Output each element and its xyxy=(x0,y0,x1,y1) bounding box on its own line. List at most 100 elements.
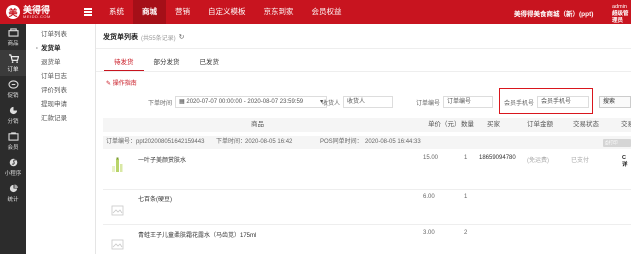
sidebar-item-member[interactable]: 会员 xyxy=(0,128,26,154)
top-nav: 系统 商城 营销 自定义模板 京东到家 会员权益 xyxy=(100,0,351,24)
col-trade: 交易 xyxy=(621,121,631,128)
pos-time: 2020-08-05 16:44:33 xyxy=(365,139,421,145)
tab-pending[interactable]: 待发货 xyxy=(104,57,144,71)
product-name[interactable]: 一叶子美颜赏肤水 xyxy=(138,155,186,164)
logo-mark-icon: 美 xyxy=(6,5,20,19)
search-button[interactable]: 搜索 xyxy=(599,96,631,108)
submenu-item-withdraw[interactable]: 提现申请 xyxy=(26,98,95,112)
receiver-filter: 收货人 收货人 xyxy=(322,96,394,108)
username: admin xyxy=(612,4,627,10)
record-count: (共55条记录) xyxy=(141,35,176,42)
nav-jd-daojia[interactable]: 京东到家 xyxy=(255,0,303,24)
product-name[interactable]: 青蛙王子儿童柔肤霜花露水（马齿苋）175ml xyxy=(138,230,256,239)
col-status: 交易状态 xyxy=(573,121,599,128)
product-price: 3.00 xyxy=(423,230,435,236)
receiver-input[interactable]: 收货人 xyxy=(343,96,394,108)
order-no-filter: 订单编号 订单编号 xyxy=(416,96,494,108)
guide-icon: ✎ xyxy=(106,81,113,87)
store-name[interactable]: 美得得美食商城（新）(ppt) xyxy=(514,8,593,18)
goods-icon xyxy=(7,27,19,37)
cart-icon xyxy=(8,53,19,63)
col-buyer: 买家 xyxy=(487,121,500,128)
submenu-item-order-list[interactable]: 订单列表 xyxy=(26,28,95,42)
order-time-label: 下单时间： xyxy=(216,139,247,145)
print-button[interactable]: ⎙打印 xyxy=(603,139,631,147)
page-header: 发货单列表 (共55条记录) ↻ xyxy=(103,32,185,42)
time-range-input[interactable]: ▦ 2020-07-07 00:00:00 - 2020-08-07 23:59… xyxy=(175,96,328,108)
sidebar-label: 统计 xyxy=(7,196,19,203)
highlight-box xyxy=(499,88,593,114)
sidebar-label: 促销 xyxy=(7,92,19,99)
col-price: 单价（元） xyxy=(428,121,461,128)
operation-guide-link[interactable]: ✎ 操作指南 xyxy=(106,78,137,87)
product-image-placeholder xyxy=(111,205,124,216)
time-filter: 下单时间 ▦ 2020-07-07 00:00:00 - 2020-08-07 … xyxy=(148,96,328,108)
sidebar-item-orders[interactable]: 订单 xyxy=(0,50,26,76)
nav-member-rights[interactable]: 会员权益 xyxy=(303,0,351,24)
sidebar-item-miniprogram[interactable]: 小程序 xyxy=(0,154,26,180)
order-amount: (免运费) xyxy=(527,158,549,164)
logo-subtext: MEIDD.COM xyxy=(23,13,51,19)
logo[interactable]: 美 美得得 MEIDD.COM xyxy=(6,3,62,21)
pos-time-label: POS同单时间： xyxy=(320,139,363,145)
buyer-phone[interactable]: 18659094780 xyxy=(479,155,516,161)
divider xyxy=(103,189,631,190)
submenu-item-delivery[interactable]: 发货单 xyxy=(26,42,95,56)
col-amount: 订单金额 xyxy=(527,121,553,128)
col-qty: 数量 xyxy=(461,121,474,128)
sidebar-label: 订单 xyxy=(7,66,19,73)
member-icon xyxy=(7,131,19,141)
order-no-label: 订单编号： xyxy=(106,139,137,145)
divider xyxy=(103,224,631,225)
sidebar-label: 分销 xyxy=(7,118,19,125)
product-name[interactable]: 七百条(硬豆) xyxy=(138,194,172,203)
product-qty: 1 xyxy=(464,194,468,200)
sidebar-item-goods[interactable]: 商品 xyxy=(0,24,26,50)
tab-partial[interactable]: 部分发货 xyxy=(144,57,190,71)
nav-mall[interactable]: 商城 xyxy=(133,0,166,24)
product-price: 6.00 xyxy=(423,194,435,200)
product-qty: 2 xyxy=(464,230,468,236)
promo-icon xyxy=(7,79,19,89)
table-row: 七百条(硬豆) 6.00 1 xyxy=(103,194,631,224)
submenu-item-remittance[interactable]: 汇款记录 xyxy=(26,112,95,126)
main-sidebar: 商品 订单 促销 分销 会员 小程序 统计 xyxy=(0,24,26,254)
order-no: ppt202008051642159443 xyxy=(136,139,205,145)
table-header: 商品 单价（元） 数量 买家 订单金额 交易状态 交易 xyxy=(103,118,631,132)
order-no-input[interactable]: 订单编号 xyxy=(443,96,494,108)
sidebar-item-promo[interactable]: 促销 xyxy=(0,76,26,102)
submenu-item-order-log[interactable]: 订单日志 xyxy=(26,70,95,84)
refresh-icon[interactable]: ↻ xyxy=(179,33,185,41)
time-label: 下单时间 xyxy=(148,100,173,107)
sidebar-label: 商品 xyxy=(7,40,19,47)
stats-icon xyxy=(9,183,18,192)
receiver-label: 收货人 xyxy=(322,100,341,107)
product-image-placeholder xyxy=(111,239,124,250)
user-menu[interactable]: admin 超级管理员 xyxy=(612,4,631,25)
status-tabs: 待发货 部分发货 已发货 xyxy=(104,57,229,71)
main-content: 发货单列表 (共55条记录) ↻ 待发货 部分发货 已发货 ✎ 操作指南 下单时… xyxy=(96,24,631,254)
product-qty: 1 xyxy=(464,155,468,161)
product-image xyxy=(112,157,123,172)
divider xyxy=(96,48,631,49)
sub-menu: 订单列表 发货单 退货单 订单日志 评价列表 提现申请 汇款记录 xyxy=(26,24,96,254)
time-range-value: 2020-07-07 00:00:00 - 2020-08-07 23:59:5… xyxy=(186,99,304,105)
submenu-item-reviews[interactable]: 评价列表 xyxy=(26,84,95,98)
nav-system[interactable]: 系统 xyxy=(100,0,133,24)
guide-label: 操作指南 xyxy=(112,81,137,87)
sidebar-item-distribution[interactable]: 分销 xyxy=(0,102,26,128)
nav-custom-template[interactable]: 自定义模板 xyxy=(199,0,255,24)
trade-status: 已支付 xyxy=(571,158,590,164)
page-title: 发货单列表 xyxy=(103,34,138,41)
top-header: 美 美得得 MEIDD.COM 系统 商城 营销 自定义模板 京东到家 会员权益… xyxy=(0,0,631,24)
menu-toggle-icon[interactable] xyxy=(84,8,92,16)
sidebar-item-stats[interactable]: 统计 xyxy=(0,180,26,206)
nav-marketing[interactable]: 营销 xyxy=(166,0,199,24)
submenu-item-return[interactable]: 退货单 xyxy=(26,56,95,70)
tab-shipped[interactable]: 已发货 xyxy=(190,57,230,71)
trade-action[interactable]: C详 xyxy=(622,155,628,168)
table-row: 青蛙王子儿童柔肤霜花露水（马齿苋）175ml 3.00 2 xyxy=(103,230,631,254)
user-role: 超级管理员 xyxy=(612,10,629,24)
miniprogram-icon xyxy=(9,158,17,166)
share-icon xyxy=(9,106,17,114)
